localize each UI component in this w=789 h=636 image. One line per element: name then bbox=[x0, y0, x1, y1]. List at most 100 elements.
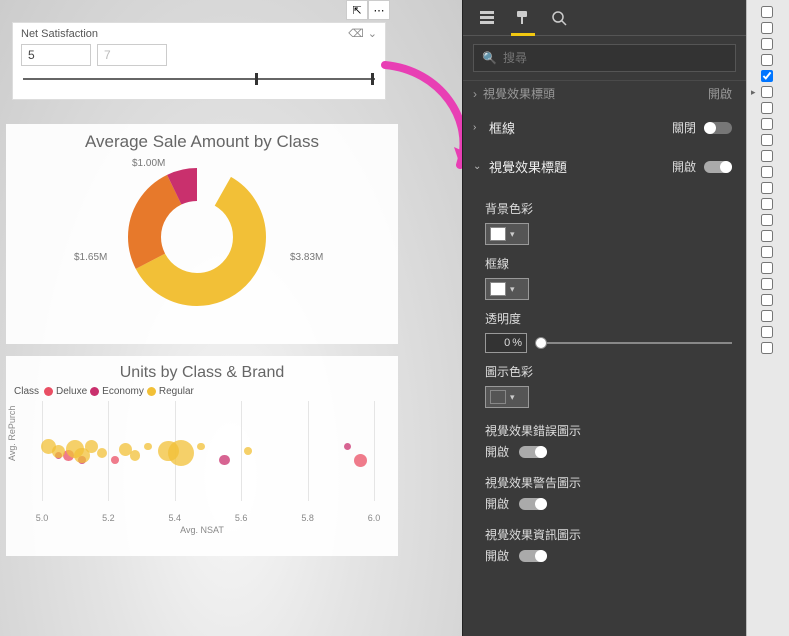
bubble bbox=[344, 443, 352, 451]
eraser-icon[interactable]: ⌫ bbox=[348, 27, 364, 40]
legend-dot-economy bbox=[90, 387, 99, 396]
field-checkbox-row[interactable] bbox=[747, 164, 789, 180]
bubble bbox=[354, 454, 367, 467]
field-checkbox[interactable] bbox=[761, 262, 773, 274]
chevron-down-icon[interactable]: ⌄ bbox=[368, 27, 377, 40]
toggle[interactable] bbox=[704, 122, 732, 134]
toggle-0-label: 視覺效果錯誤圖示 bbox=[485, 422, 732, 439]
bg-color-swatch[interactable]: ▾ bbox=[485, 223, 529, 245]
slicer-title: Net Satisfaction bbox=[21, 28, 98, 40]
field-checkbox-row[interactable] bbox=[747, 148, 789, 164]
bubble bbox=[144, 443, 152, 451]
field-checkbox-row[interactable] bbox=[747, 244, 789, 260]
toggle-2[interactable] bbox=[519, 550, 547, 562]
chevron-icon: ⌄ bbox=[473, 161, 483, 172]
field-checkbox-row[interactable]: ▸ bbox=[747, 84, 789, 100]
field-checkbox[interactable] bbox=[761, 342, 773, 354]
toggle-1-state: 開啟 bbox=[485, 495, 509, 512]
field-checkbox-row[interactable] bbox=[747, 68, 789, 84]
bubble bbox=[219, 455, 229, 465]
scatter-plot: Avg. RePurch Avg. NSAT 5.05.25.45.65.86.… bbox=[14, 401, 390, 531]
toggle-0[interactable] bbox=[519, 446, 547, 458]
opacity-slider[interactable] bbox=[535, 342, 732, 344]
field-checkbox[interactable] bbox=[761, 6, 773, 18]
field-checkbox[interactable] bbox=[761, 182, 773, 194]
field-checkbox[interactable] bbox=[761, 278, 773, 290]
field-checkbox[interactable] bbox=[761, 22, 773, 34]
format-tab-icon[interactable] bbox=[513, 8, 533, 28]
field-checkbox[interactable] bbox=[761, 214, 773, 226]
section-vh[interactable]: ⌄ 視覺效果標題 開啟 bbox=[463, 147, 746, 186]
field-checkbox-row[interactable] bbox=[747, 52, 789, 68]
toggle-2-state: 開啟 bbox=[485, 547, 509, 564]
field-checkbox[interactable] bbox=[761, 326, 773, 338]
field-checkbox[interactable] bbox=[761, 118, 773, 130]
field-checkbox[interactable] bbox=[761, 86, 773, 98]
scatter-chart-card[interactable]: Units by Class & Brand Class Deluxe Econ… bbox=[6, 356, 398, 556]
bubble bbox=[197, 443, 205, 451]
analytics-tab-icon[interactable] bbox=[549, 8, 569, 28]
field-checkbox[interactable] bbox=[761, 38, 773, 50]
legend-dot-regular bbox=[147, 387, 156, 396]
bubble bbox=[52, 445, 65, 458]
slicer-net-satisfaction[interactable]: Net Satisfaction ⌫ ⌄ bbox=[12, 22, 386, 100]
section-title: 視覺效果標題 bbox=[489, 157, 567, 176]
field-checkbox-row[interactable] bbox=[747, 260, 789, 276]
field-checkbox-row[interactable] bbox=[747, 212, 789, 228]
toggle-1[interactable] bbox=[519, 498, 547, 510]
section-title: 框線 bbox=[489, 118, 515, 137]
field-checkbox-row[interactable] bbox=[747, 4, 789, 20]
field-checkbox[interactable] bbox=[761, 150, 773, 162]
field-checkbox-row[interactable] bbox=[747, 100, 789, 116]
field-checkbox-row[interactable] bbox=[747, 228, 789, 244]
report-canvas[interactable]: ⇱ ⋯ Net Satisfaction ⌫ ⌄ Average Sale Am… bbox=[0, 0, 462, 636]
slicer-range[interactable] bbox=[23, 76, 375, 82]
fields-tab-icon[interactable] bbox=[477, 8, 497, 28]
border-color-swatch[interactable]: ▾ bbox=[485, 278, 529, 300]
chart-title: Average Sale Amount by Class bbox=[14, 132, 390, 152]
field-checkbox[interactable] bbox=[761, 246, 773, 258]
field-checkbox-row[interactable] bbox=[747, 116, 789, 132]
field-checkbox[interactable] bbox=[761, 134, 773, 146]
section-cutoff: ›視覺效果標頭 開啟 bbox=[463, 80, 746, 108]
y-axis-label: Avg. RePurch bbox=[7, 406, 17, 461]
field-checkbox-row[interactable] bbox=[747, 20, 789, 36]
opacity-input[interactable]: 0% bbox=[485, 333, 527, 353]
field-checkbox-row[interactable] bbox=[747, 180, 789, 196]
section-state: 開啟 bbox=[672, 158, 696, 175]
field-checkbox[interactable] bbox=[761, 70, 773, 82]
field-checkbox-row[interactable] bbox=[747, 196, 789, 212]
field-checkbox[interactable] bbox=[761, 198, 773, 210]
field-checkbox-row[interactable] bbox=[747, 36, 789, 52]
search-input[interactable] bbox=[503, 51, 727, 65]
x-axis-label: Avg. NSAT bbox=[180, 525, 224, 535]
donut-chart-card[interactable]: Average Sale Amount by Class $1.00M $1.6… bbox=[6, 124, 398, 344]
field-checkbox-row[interactable] bbox=[747, 292, 789, 308]
field-checkbox-row[interactable] bbox=[747, 308, 789, 324]
field-checkbox[interactable] bbox=[761, 166, 773, 178]
slicer-from-input[interactable] bbox=[21, 44, 91, 66]
more-icon[interactable]: ⋯ bbox=[368, 0, 390, 20]
field-checkbox[interactable] bbox=[761, 102, 773, 114]
field-checkbox[interactable] bbox=[761, 54, 773, 66]
toggle[interactable] bbox=[704, 161, 732, 173]
icon-color-swatch[interactable]: ▾ bbox=[485, 386, 529, 408]
bubble bbox=[111, 456, 119, 464]
data-label: $1.65M bbox=[74, 252, 107, 263]
slicer-to-input[interactable] bbox=[97, 44, 167, 66]
x-tick: 5.8 bbox=[301, 513, 314, 523]
field-checkbox-row[interactable] bbox=[747, 132, 789, 148]
field-checkbox[interactable] bbox=[761, 294, 773, 306]
data-label: $3.83M bbox=[290, 252, 323, 263]
field-checkbox[interactable] bbox=[761, 230, 773, 242]
field-checkbox[interactable] bbox=[761, 310, 773, 322]
field-checkbox-row[interactable] bbox=[747, 276, 789, 292]
search-row[interactable]: 🔍 bbox=[473, 44, 736, 72]
field-checkbox-row[interactable] bbox=[747, 324, 789, 340]
search-icon: 🔍 bbox=[482, 51, 497, 65]
toggle-2-label: 視覺效果資訊圖示 bbox=[485, 526, 732, 543]
field-checkbox-row[interactable] bbox=[747, 340, 789, 356]
popout-icon[interactable]: ⇱ bbox=[346, 0, 368, 20]
chart-legend: Class Deluxe Economy Regular bbox=[14, 386, 390, 397]
section-border[interactable]: › 框線 關閉 bbox=[463, 108, 746, 147]
